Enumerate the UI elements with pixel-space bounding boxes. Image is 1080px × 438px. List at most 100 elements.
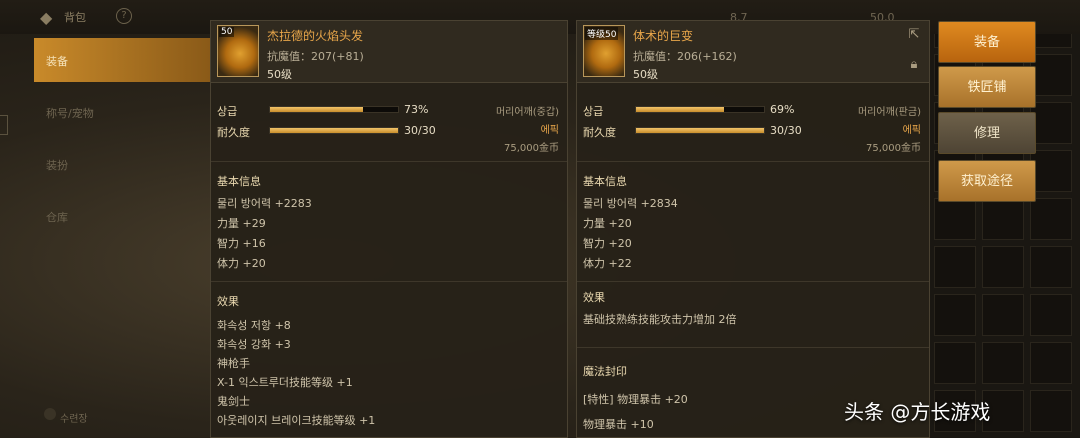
basic-stat: 물리 방어력 +2283 bbox=[217, 197, 312, 210]
item-tooltip-compare: 等级50 体术的巨变 抗魔值：206(+162) 50级 ⇱ 🔒︎ 상급 69%… bbox=[576, 20, 930, 438]
effect-line: 아웃레이지 브레이크技能等级 +1 bbox=[217, 414, 376, 427]
sidebar-item-storage[interactable]: 仓库 bbox=[34, 194, 210, 238]
grade-value: 69% bbox=[770, 103, 795, 116]
equip-button[interactable]: 装备 bbox=[938, 21, 1036, 63]
divider bbox=[211, 161, 567, 162]
repair-button[interactable]: 修理 bbox=[938, 112, 1036, 154]
helmet-item-icon: 50 bbox=[217, 25, 259, 77]
grade-label: 상급 bbox=[583, 105, 604, 118]
item-level-badge: 等级50 bbox=[585, 27, 619, 40]
grade-label: 상급 bbox=[217, 105, 238, 118]
item-name: 杰拉德的火焰头发 bbox=[267, 29, 364, 43]
inventory-slot[interactable] bbox=[1030, 246, 1072, 288]
basic-stat: 물리 방어력 +2834 bbox=[583, 197, 678, 210]
seal-stat: 物理暴击 +10 bbox=[583, 418, 654, 431]
grade-bar-fill bbox=[636, 107, 725, 112]
page-title: 背包 bbox=[64, 11, 86, 24]
sidebar-item-label: 仓库 bbox=[46, 211, 68, 224]
sell-price: 75,000金币 bbox=[504, 143, 559, 154]
inventory-slot[interactable] bbox=[1030, 294, 1072, 336]
inventory-slot[interactable] bbox=[1030, 342, 1072, 384]
slot-type: 머리어깨(중갑) bbox=[495, 107, 559, 118]
sidebar-item-label: 装备 bbox=[46, 55, 68, 68]
rarity-label: 에픽 bbox=[902, 125, 921, 136]
collapse-handle[interactable] bbox=[0, 115, 8, 135]
item-resist: 抗魔值：207(+81) bbox=[267, 50, 364, 63]
inventory-slot[interactable] bbox=[1030, 54, 1072, 96]
tooltip-header: 50 杰拉德的火焰头发 抗魔值：207(+81) 50级 bbox=[211, 21, 567, 83]
basic-stat: 体力 +22 bbox=[583, 257, 632, 270]
basic-stat: 智力 +16 bbox=[217, 237, 266, 250]
inventory-slot[interactable] bbox=[1030, 390, 1072, 432]
slot-type: 머리어깨(판금) bbox=[857, 107, 921, 118]
durability-bar bbox=[635, 127, 765, 134]
divider bbox=[211, 281, 567, 282]
question-icon[interactable]: ? bbox=[116, 8, 132, 24]
watermark: 头条 @方长游戏 bbox=[844, 400, 991, 424]
inventory-slot[interactable] bbox=[982, 198, 1024, 240]
basic-info-title: 基本信息 bbox=[583, 175, 627, 188]
magic-seal-title: 魔法封印 bbox=[583, 365, 627, 378]
effect-title: 效果 bbox=[217, 295, 239, 308]
inventory-slot[interactable] bbox=[1030, 150, 1072, 192]
inventory-slot[interactable] bbox=[982, 294, 1024, 336]
sell-price: 75,000金币 bbox=[866, 143, 921, 154]
divider bbox=[577, 161, 929, 162]
grade-bar bbox=[635, 106, 765, 113]
effect-line: 基础技熟练技能攻击力增加 2倍 bbox=[583, 313, 737, 326]
inventory-slot[interactable] bbox=[982, 246, 1024, 288]
effect-line: 神枪手 bbox=[217, 357, 250, 370]
durability-value: 30/30 bbox=[404, 124, 436, 137]
sidebar-item-label: 装扮 bbox=[46, 159, 68, 172]
durability-label: 耐久度 bbox=[217, 126, 250, 139]
durability-label: 耐久度 bbox=[583, 126, 616, 139]
item-name: 体术的巨变 bbox=[633, 29, 694, 43]
durability-bar-fill bbox=[270, 128, 398, 133]
inventory-slot[interactable] bbox=[1030, 198, 1072, 240]
effect-line: 鬼剑士 bbox=[217, 395, 250, 408]
lock-icon[interactable]: 🔒︎ bbox=[905, 57, 923, 73]
inventory-slot[interactable] bbox=[934, 342, 976, 384]
basic-stat: 力量 +29 bbox=[217, 217, 266, 230]
inventory-slot[interactable] bbox=[1030, 102, 1072, 144]
divider bbox=[577, 347, 929, 348]
basic-stat: 智力 +20 bbox=[583, 237, 632, 250]
sidebar-item-equipment[interactable]: 装备 bbox=[34, 38, 210, 82]
sidebar-item-title-pet[interactable]: 称号/宠物 bbox=[34, 90, 210, 134]
back-arrow-icon[interactable]: ◆ bbox=[40, 8, 52, 27]
inventory-slot[interactable] bbox=[934, 294, 976, 336]
training-label[interactable]: 수련장 bbox=[60, 410, 88, 425]
divider bbox=[577, 281, 929, 282]
basic-stat: 力量 +20 bbox=[583, 217, 632, 230]
inventory-slot[interactable] bbox=[934, 198, 976, 240]
grade-bar-fill bbox=[270, 107, 364, 112]
effect-title: 效果 bbox=[583, 291, 605, 304]
tooltip-header: 等级50 体术的巨变 抗魔值：206(+162) 50级 ⇱ 🔒︎ bbox=[577, 21, 929, 83]
basic-info-title: 基本信息 bbox=[217, 175, 261, 188]
external-compare-icon[interactable]: ⇱ bbox=[905, 27, 923, 43]
effect-line: 화속성 강화 +3 bbox=[217, 338, 291, 351]
blacksmith-button[interactable]: 铁匠铺 bbox=[938, 66, 1036, 108]
rarity-label: 에픽 bbox=[540, 125, 559, 136]
grade-bar bbox=[269, 106, 399, 113]
sidebar-item-label: 称号/宠物 bbox=[46, 107, 94, 120]
item-tooltip-equipped: 50 杰拉德的火焰头发 抗魔值：207(+81) 50级 상급 73% 耐久度 … bbox=[210, 20, 568, 438]
durability-bar bbox=[269, 127, 399, 134]
training-icon[interactable] bbox=[44, 408, 56, 420]
inventory-slot[interactable] bbox=[934, 246, 976, 288]
shoulder-item-icon: 等级50 bbox=[583, 25, 625, 77]
seal-stat: [特性] 物理暴击 +20 bbox=[583, 393, 688, 406]
inventory-slot[interactable] bbox=[982, 342, 1024, 384]
grade-value: 73% bbox=[404, 103, 429, 116]
effect-line: 화속성 저항 +8 bbox=[217, 319, 291, 332]
durability-bar-fill bbox=[636, 128, 764, 133]
item-level: 50级 bbox=[633, 68, 658, 81]
sidebar: 装备 称号/宠物 装扮 仓库 bbox=[30, 34, 210, 438]
durability-value: 30/30 bbox=[770, 124, 802, 137]
sidebar-item-avatar[interactable]: 装扮 bbox=[34, 142, 210, 186]
obtain-route-button[interactable]: 获取途径 bbox=[938, 160, 1036, 202]
item-level-badge: 50 bbox=[219, 27, 235, 37]
basic-stat: 体力 +20 bbox=[217, 257, 266, 270]
effect-line: X-1 익스트루더技能等级 +1 bbox=[217, 376, 353, 389]
item-resist: 抗魔值：206(+162) bbox=[633, 50, 737, 63]
